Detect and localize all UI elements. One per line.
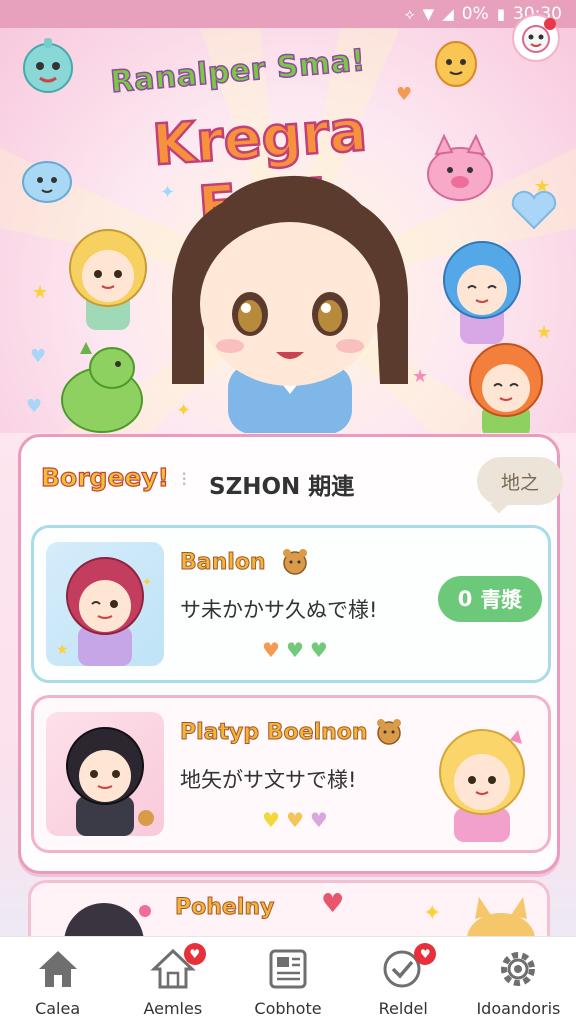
dino-mascot-icon [61,342,143,433]
status-bar: ⟡ ▼ ◢ 0% ▮ 30:30 [0,0,576,28]
heart-icon: ♥ [262,808,280,832]
heart-icon: ♥ [309,808,328,832]
wifi-icon: ▼ [422,5,435,23]
heart-icon: ♥ [262,638,280,662]
nav-label: Calea [35,999,81,1018]
battery-percent: 0% [461,4,489,24]
heart-icon: ♥ [309,638,328,662]
nav-label: Reldel [378,999,428,1018]
heart-icon: ♥ [321,889,345,919]
battery-icon: ▮ [496,5,505,23]
heart-icon: ♥ [30,346,47,367]
heart-icon: ♥ [285,638,304,662]
card-title: Platyp Boelnon [180,720,369,746]
heart-icon: ♥ [285,808,304,832]
bear-sticker-icon [377,719,401,745]
nav-item-settings[interactable]: Idoandoris [461,937,576,1024]
star-icon: ✦ [160,182,176,203]
profile-button[interactable] [512,14,560,62]
card-reactions[interactable]: ♥ ♥ ♥ [262,808,328,832]
svg-text:★: ★ [56,642,69,658]
signal-icon: ⟡ [404,5,415,23]
blob-mascot-icon [435,41,477,87]
feed-card[interactable]: Platyp Boelnon 地矢がサ文サで様! ♥ ♥ ♥ [31,695,551,853]
card-thumbnail: ★ ✦ [46,542,164,666]
nav-label: Idoandoris [476,999,561,1018]
action-count: 0 [457,587,473,611]
star-icon: ★ [412,366,429,387]
hero-banner: Ranalper Sma! Kregra Fas! [0,28,576,433]
panel-header: Borgeey! ⁝ SZHON 期連 地之 [40,457,563,507]
heart-icon: ♥ [26,396,43,417]
card-title: Banlon [180,550,267,576]
nav-item-homes[interactable]: ♥ Aemles [115,937,230,1024]
robot-mascot-icon [23,38,73,93]
blue-hair-chibi-character [443,241,521,344]
nav-label: Aemles [143,999,203,1018]
feed-panel: Borgeey! ⁝ SZHON 期連 地之 ★ ✦ Banlon サ未かかサ久… [18,434,563,874]
star-icon: ★ [32,282,49,303]
nav-item-check[interactable]: ♥ Reldel [346,937,461,1024]
notification-dot [544,18,556,30]
panel-separator: ⁝ [181,467,188,491]
star-icon: ✦ [176,400,192,421]
black-hair-chibi-character [66,727,154,836]
cell-signal-icon: ◢ [442,5,454,23]
action-label: 青漿 [480,588,523,612]
settings-icon [501,952,536,986]
nav-item-news[interactable]: Cobhote [230,937,345,1024]
notification-badge: ♥ [183,943,206,965]
home-icon [38,951,77,987]
card-text: 地矢がサ文サで様! [180,768,357,792]
nav-item-home[interactable]: Calea [0,937,115,1024]
chat-pill-button[interactable]: 地之 [477,457,563,505]
orange-hair-chibi-character [469,343,543,433]
news-icon [269,949,307,989]
heart-icon: ♥ [189,947,201,961]
main-chibi-character [171,175,409,433]
star-icon: ★ [534,176,551,197]
notification-badge: ♥ [414,943,437,965]
bubble-mascot-icon [22,161,72,203]
panel-badge: Borgeey! [40,462,170,492]
feed-card[interactable]: ★ ✦ Banlon サ未かかサ久ぬで様! ♥ ♥ ♥ 0 青漿 [31,525,551,683]
card-thumbnail [46,712,164,836]
pig-mascot-icon [427,133,493,201]
bear-sticker-icon [283,549,307,575]
card-action-button[interactable]: 0 青漿 [438,576,542,622]
panel-title: SZHON 期連 [209,474,355,500]
blonde-chibi-character [69,229,147,330]
red-hair-chibi-character: ★ ✦ [56,557,152,666]
blonde-girl-chibi-character [439,729,525,842]
heart-icon: ♥ [396,84,413,105]
card-text: サ未かかサ久ぬで様! [180,598,378,622]
heart-icon: ♥ [419,947,431,961]
card-title: Pohelny [174,895,275,921]
star-icon: ★ [536,322,553,343]
nav-label: Cobhote [254,999,322,1018]
card-reactions[interactable]: ♥ ♥ ♥ [262,638,328,662]
svg-text:✦: ✦ [142,575,152,589]
bottom-navigation: Calea ♥ Aemles Cobhote ♥ Reldel Idoandor… [0,936,576,1024]
star-icon: ✦ [423,901,442,926]
